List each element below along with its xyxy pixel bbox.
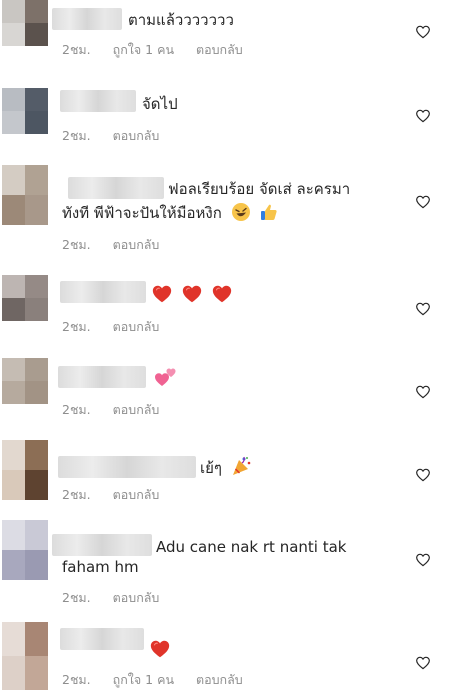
rofl-emoji <box>231 203 250 221</box>
reply-button[interactable]: ตอบกลับ <box>113 237 160 252</box>
red-heart-emoji <box>149 638 171 660</box>
comment-meta: 2ชม. ตอบกลับ <box>62 588 177 608</box>
avatar[interactable] <box>2 520 48 580</box>
comment-meta: 2ชม. ตอบกลับ <box>62 400 177 420</box>
reply-button[interactable]: ตอบกลับ <box>113 128 160 143</box>
reply-button[interactable]: ตอบกลับ <box>196 672 243 687</box>
comment-text-line2-label: ทังที พีฟ้าจะปันให้มือหงิก <box>62 204 222 222</box>
username-blurred[interactable] <box>58 366 146 388</box>
avatar[interactable] <box>2 358 48 404</box>
likes-count[interactable]: ถูกใจ 1 คน <box>113 672 174 687</box>
comment-meta: 2ชม. ตอบกลับ <box>62 235 177 255</box>
comment-text-line1: ฟอลเรียบร้อย จัดเส่ ละครมา <box>168 180 351 198</box>
comment-time: 2ชม. <box>62 487 91 502</box>
comment-meta: 2ชม. ตอบกลับ <box>62 485 177 505</box>
comment-time: 2ชม. <box>62 237 91 252</box>
like-heart-icon[interactable] <box>415 24 431 40</box>
username-blurred[interactable] <box>52 8 122 30</box>
reply-button[interactable]: ตอบกลับ <box>113 402 160 417</box>
reply-button[interactable]: ตอบกลับ <box>196 42 243 57</box>
comment-text-line1: Adu cane nak rt nanti tak <box>156 538 347 556</box>
comment-text-line2: ทังที พีฟ้าจะปันให้มือหงิก <box>62 202 279 224</box>
like-heart-icon[interactable] <box>415 467 431 483</box>
comment-time: 2ชม. <box>62 672 91 687</box>
reply-button[interactable]: ตอบกลับ <box>113 590 160 605</box>
username-blurred[interactable] <box>60 90 136 112</box>
avatar[interactable] <box>2 275 48 321</box>
comment-emojis <box>148 283 233 308</box>
like-heart-icon[interactable] <box>415 108 431 124</box>
red-heart-emoji <box>211 283 233 305</box>
like-heart-icon[interactable] <box>415 384 431 400</box>
comment-text: ตามแล้ววววววว <box>128 11 234 29</box>
red-heart-emoji <box>151 283 173 305</box>
like-heart-icon[interactable] <box>415 194 431 210</box>
comment-meta: 2ชม. ตอบกลับ <box>62 317 177 337</box>
comment-meta: 2ชม. ตอบกลับ <box>62 126 177 146</box>
reply-button[interactable]: ตอบกลับ <box>113 487 160 502</box>
likes-count[interactable]: ถูกใจ 1 คน <box>113 42 174 57</box>
like-heart-icon[interactable] <box>415 655 431 671</box>
avatar[interactable] <box>2 440 48 500</box>
comment-time: 2ชม. <box>62 402 91 417</box>
comment-time: 2ชม. <box>62 590 91 605</box>
avatar[interactable] <box>2 165 48 225</box>
avatar[interactable] <box>2 0 48 46</box>
username-blurred[interactable] <box>68 177 164 199</box>
red-heart-emoji <box>181 283 203 305</box>
comment-emojis <box>146 638 171 663</box>
username-blurred[interactable] <box>52 534 152 556</box>
like-heart-icon[interactable] <box>415 552 431 568</box>
comment-text: จัดไป <box>142 95 178 113</box>
like-heart-icon[interactable] <box>415 301 431 317</box>
thumbs-up-emoji <box>261 204 278 220</box>
reply-button[interactable]: ตอบกลับ <box>113 319 160 334</box>
party-popper-emoji <box>232 456 251 475</box>
two-hearts-emoji <box>155 368 176 386</box>
avatar[interactable] <box>2 88 48 134</box>
username-blurred[interactable] <box>58 456 196 478</box>
username-blurred[interactable] <box>60 281 146 303</box>
comment-meta: 2ชม. ถูกใจ 1 คน ตอบกลับ <box>62 670 261 690</box>
comment-time: 2ชม. <box>62 319 91 334</box>
comment-emojis <box>150 366 178 390</box>
comment-meta: 2ชม. ถูกใจ 1 คน ตอบกลับ <box>62 40 261 60</box>
comment-time: 2ชม. <box>62 42 91 57</box>
username-blurred[interactable] <box>60 628 144 650</box>
comment-time: 2ชม. <box>62 128 91 143</box>
comment-text: เย้ๆ <box>200 459 222 477</box>
comment-text-row: เย้ๆ <box>200 455 253 479</box>
avatar[interactable] <box>2 622 48 690</box>
comment-text-line2: faham hm <box>62 558 139 576</box>
